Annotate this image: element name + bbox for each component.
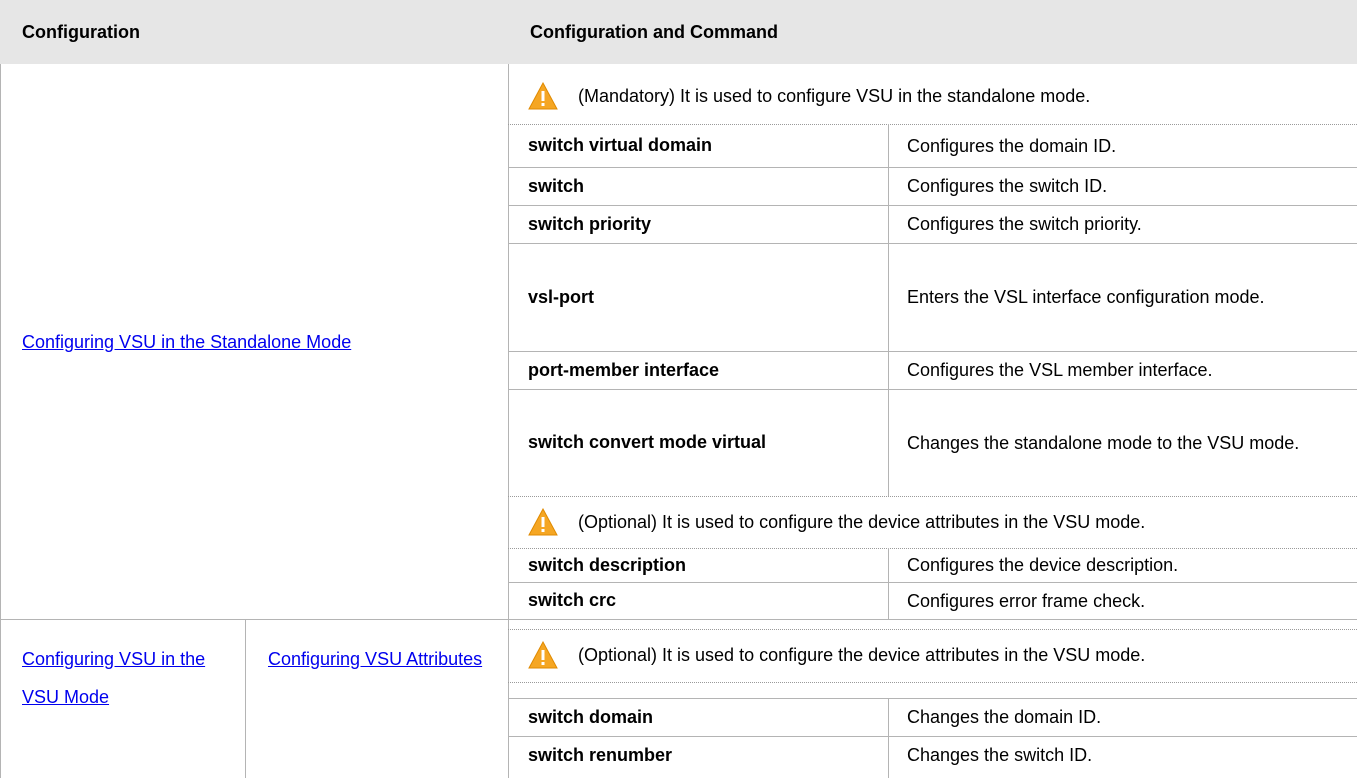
vsu-subcolumn-divider xyxy=(245,619,246,778)
header-command-label: Configuration and Command xyxy=(530,21,778,42)
table-row-desc: Configures the device description. xyxy=(907,555,1179,575)
warning-icon xyxy=(528,82,558,110)
table-row-cmd: switch xyxy=(528,175,585,196)
section3-top-divider xyxy=(508,629,1357,630)
table-row-desc: Configures the switch priority. xyxy=(907,214,1142,234)
table-row-desc: Changes the switch ID. xyxy=(907,745,1093,765)
header-command: Configuration and Command xyxy=(508,0,1357,64)
table-row-cmd: switch renumber xyxy=(528,744,673,765)
section1-note: (Mandatory) It is used to configure VSU … xyxy=(528,72,1090,120)
vsu-attributes-link[interactable]: Configuring VSU Attributes xyxy=(268,649,482,669)
standalone-mode-link[interactable]: Configuring VSU in the Standalone Mode xyxy=(22,323,351,361)
section3-note-divider xyxy=(508,682,1357,683)
table-row-cmd: switch virtual domain xyxy=(528,135,713,155)
column-divider xyxy=(508,64,509,778)
table-row-cmd: switch priority xyxy=(528,213,652,234)
section2-note-text: (Optional) It is used to configure the d… xyxy=(578,511,1146,532)
section3-inner-divider xyxy=(888,698,889,778)
section1-note-text: (Mandatory) It is used to configure VSU … xyxy=(578,85,1091,106)
vsu-mode-cell: Configuring VSU in the VSU Mode xyxy=(22,640,237,716)
table-row-desc: Configures the switch ID. xyxy=(907,176,1108,196)
table-row-cmd: vsl-port xyxy=(528,286,595,307)
header-configuration-label: Configuration xyxy=(22,21,140,42)
section1-inner-divider xyxy=(888,124,889,496)
table-row-desc: Configures the domain ID. xyxy=(907,135,1117,156)
section2-top-divider xyxy=(508,496,1357,497)
row-divider xyxy=(508,243,1357,244)
left-row-divider xyxy=(0,619,508,620)
table-row-desc: Configures the VSL member interface. xyxy=(907,360,1213,380)
table-row-cmd: switch description xyxy=(528,554,687,575)
section2-inner-divider xyxy=(888,548,889,619)
table-row-desc: Enters the VSL interface configuration m… xyxy=(907,287,1265,307)
vsu-mode-link[interactable]: Configuring VSU in the VSU Mode xyxy=(22,649,205,707)
table-row-cmd: switch convert mode virtual xyxy=(528,432,767,452)
header-configuration: Configuration xyxy=(0,0,508,64)
row-divider xyxy=(508,619,1357,620)
standalone-cell: Configuring VSU in the Standalone Mode xyxy=(0,64,508,619)
section2-note: (Optional) It is used to configure the d… xyxy=(528,498,1145,546)
table-row-cmd: port-member interface xyxy=(528,359,720,380)
vsu-attributes-cell: Configuring VSU Attributes xyxy=(268,640,493,678)
table-row-desc: Changes the domain ID. xyxy=(907,707,1102,727)
table-row-cmd: switch domain xyxy=(528,706,654,727)
section3-note: (Optional) It is used to configure the d… xyxy=(528,631,1145,679)
warning-icon xyxy=(528,641,558,669)
table-row-cmd: switch crc xyxy=(528,590,617,610)
warning-icon xyxy=(528,508,558,536)
section3-note-text: (Optional) It is used to configure the d… xyxy=(578,644,1146,665)
table-row-desc: Configures error frame check. xyxy=(907,590,1146,611)
table-row-desc: Changes the standalone mode to the VSU m… xyxy=(907,432,1300,453)
